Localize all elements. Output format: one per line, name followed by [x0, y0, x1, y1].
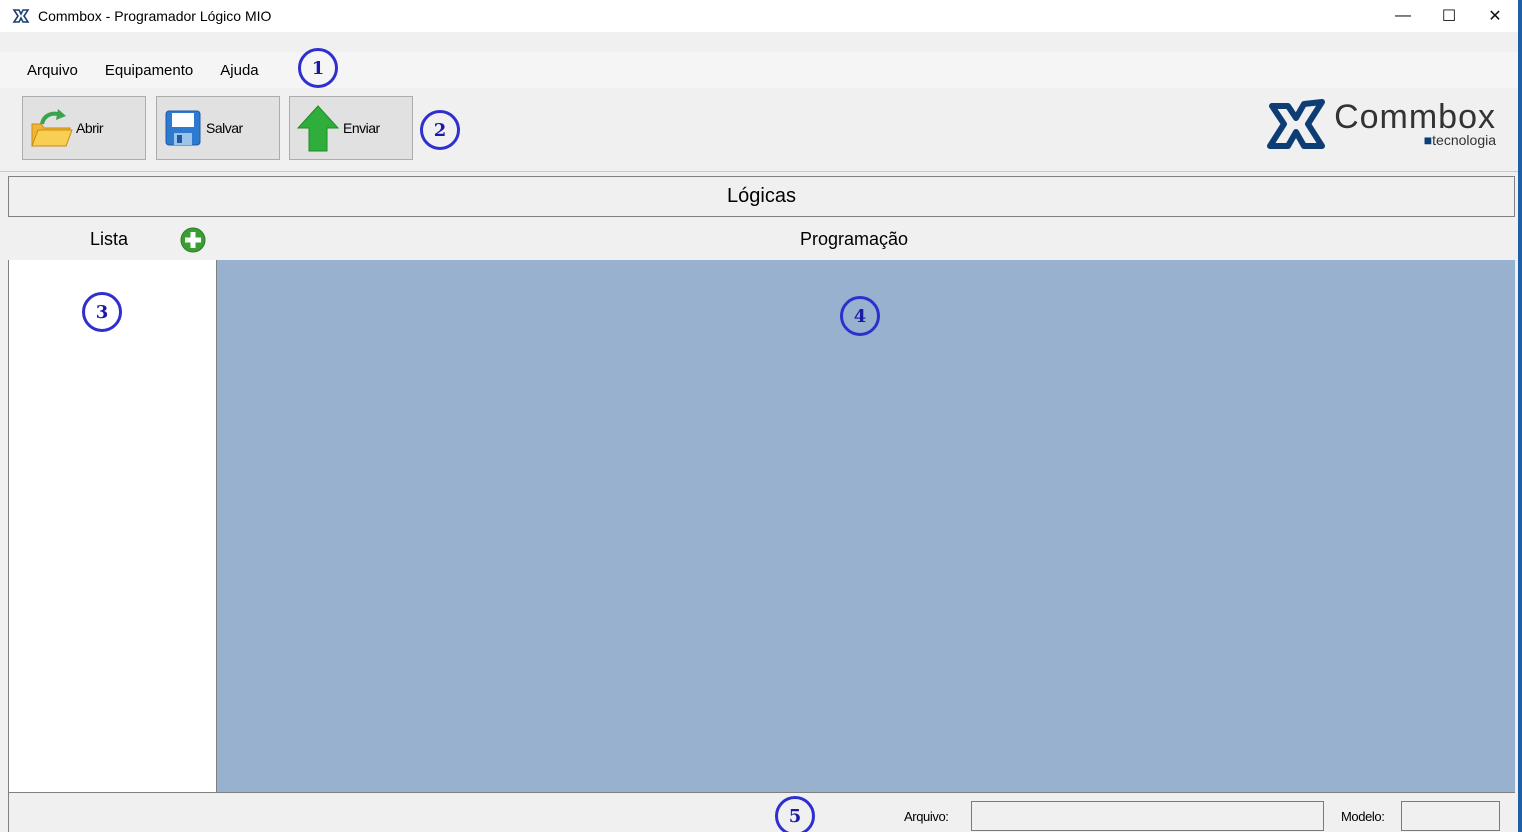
send-button[interactable]: Enviar	[289, 96, 413, 160]
commbox-logo-mark	[1267, 99, 1326, 149]
open-label: Abrir	[76, 120, 104, 136]
logic-list-panel[interactable]	[8, 260, 217, 792]
floppy-disk-icon	[165, 110, 201, 146]
title-bar: Commbox - Programador Lógico MIO — ☐ ✕	[0, 0, 1518, 32]
programming-header: Programação	[800, 229, 909, 249]
close-button[interactable]: ✕	[1472, 0, 1518, 32]
window-title: Commbox - Programador Lógico MIO	[38, 8, 272, 24]
callout-5: 5	[775, 796, 815, 832]
logo-word: Commbox	[1334, 98, 1496, 136]
model-field	[1401, 801, 1500, 831]
logo-sub-text: tecnologia	[1432, 132, 1496, 148]
status-bar: Arquivo: Modelo:	[8, 792, 1515, 832]
commbox-app-icon	[12, 9, 30, 23]
file-field	[971, 801, 1324, 831]
list-header: Lista	[90, 229, 129, 249]
send-label: Enviar	[343, 120, 380, 136]
menu-arquivo[interactable]: Arquivo	[27, 62, 78, 79]
model-label: Modelo:	[1341, 809, 1385, 824]
commbox-logo: Commbox ■tecnologia	[1266, 96, 1496, 152]
save-label: Salvar	[206, 120, 243, 136]
menu-bar: Arquivo Equipamento Ajuda	[0, 52, 1518, 88]
open-button[interactable]: Abrir	[22, 96, 146, 160]
file-label: Arquivo:	[904, 809, 949, 824]
programming-panel[interactable]	[217, 260, 1515, 792]
section-title-bar: Lógicas	[8, 176, 1515, 217]
callout-4: 4	[840, 296, 880, 336]
add-icon[interactable]	[180, 227, 206, 253]
upload-arrow-icon	[296, 105, 340, 152]
save-button[interactable]: Salvar	[156, 96, 280, 160]
callout-1: 1	[298, 48, 338, 88]
menu-ajuda[interactable]: Ajuda	[220, 62, 258, 79]
menu-equipamento[interactable]: Equipamento	[105, 62, 193, 79]
callout-2: 2	[420, 110, 460, 150]
callout-3: 3	[82, 292, 122, 332]
open-folder-icon	[31, 109, 73, 147]
section-title: Lógicas	[727, 185, 796, 207]
window-controls: — ☐ ✕	[1380, 0, 1518, 32]
minimize-button[interactable]: —	[1380, 0, 1426, 32]
panel-headers: Lista Programação	[8, 218, 1515, 260]
maximize-button[interactable]: ☐	[1426, 0, 1472, 32]
app-window: Commbox - Programador Lógico MIO — ☐ ✕ A…	[0, 0, 1522, 832]
